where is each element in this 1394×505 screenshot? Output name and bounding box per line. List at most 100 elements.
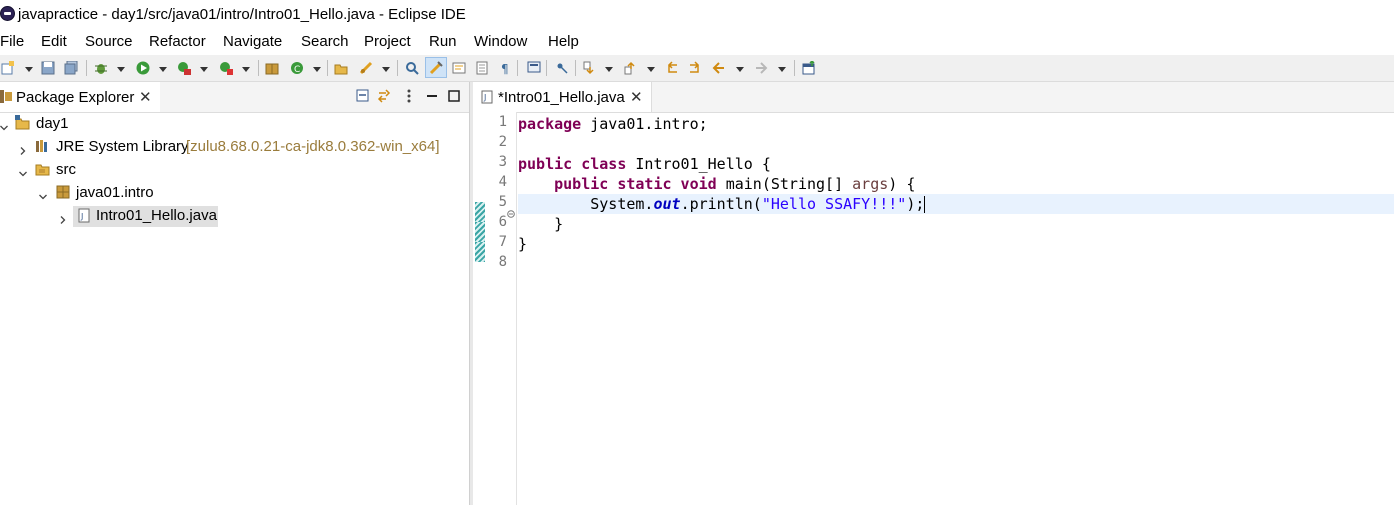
code-line-4: public static void main(String[] args) {	[554, 175, 916, 193]
toolbar-separator	[258, 60, 259, 76]
show-whitespace-icon[interactable]: ¶	[499, 61, 513, 75]
menu-edit[interactable]: Edit	[41, 33, 67, 50]
forward-dropdown-icon[interactable]	[778, 67, 786, 72]
save-all-icon[interactable]	[64, 61, 78, 75]
tab-intro01-hello-java[interactable]: J *Intro01_Hello.java ✕	[473, 82, 652, 112]
previous-annotation-dropdown-icon[interactable]	[647, 67, 655, 72]
menu-bar: File Edit Source Refactor Navigate Searc…	[0, 30, 1394, 54]
collapse-all-icon[interactable]	[356, 89, 370, 103]
line-number: 8	[498, 254, 507, 270]
toolbar-separator	[86, 60, 87, 76]
line-number: 3	[498, 154, 507, 170]
open-perspective-icon[interactable]	[802, 61, 816, 75]
back-dropdown-icon[interactable]	[736, 67, 744, 72]
forward-icon[interactable]	[754, 61, 768, 75]
tree-item-src[interactable]: src	[0, 160, 469, 182]
menu-search[interactable]: Search	[301, 33, 349, 50]
menu-refactor[interactable]: Refactor	[149, 33, 206, 50]
code-area[interactable]: package java01.intro; public class Intro…	[518, 112, 1394, 505]
minimize-icon[interactable]	[425, 89, 439, 103]
toolbar-separator	[327, 60, 328, 76]
run-dropdown-icon[interactable]	[159, 67, 167, 72]
svg-text:C: C	[294, 65, 300, 75]
tree-item-java01-intro[interactable]: java01.intro	[0, 183, 469, 205]
chevron-down-icon[interactable]	[39, 188, 47, 200]
back-icon[interactable]	[712, 61, 726, 75]
java-project-icon	[15, 115, 30, 130]
menu-help[interactable]: Help	[548, 33, 579, 50]
tree-item-day1[interactable]: day1	[0, 114, 469, 136]
new-java-package-icon[interactable]	[265, 61, 279, 75]
tree-item-intro01-hello-java[interactable]: J Intro01_Hello.java	[0, 206, 469, 228]
line-number-ruler: 1 2 3 4 5 6 7 8	[473, 112, 517, 505]
chevron-right-icon[interactable]	[59, 211, 67, 224]
last-edit-location-icon[interactable]	[665, 61, 679, 75]
tree-item-label: day1	[36, 115, 69, 132]
search-icon[interactable]	[359, 61, 373, 75]
pin-icon[interactable]	[555, 61, 569, 75]
line-number: 7	[498, 234, 507, 250]
menu-run[interactable]: Run	[429, 33, 457, 50]
toolbar-separator	[575, 60, 576, 76]
maximize-icon[interactable]	[447, 89, 461, 103]
next-annotation-icon[interactable]	[582, 61, 596, 75]
save-icon[interactable]	[41, 61, 55, 75]
close-icon[interactable]: ✕	[630, 88, 643, 106]
tree-item-label: JRE System Library	[56, 138, 189, 155]
new-dropdown-icon[interactable]	[25, 67, 33, 72]
library-icon	[35, 138, 50, 153]
package-explorer-title: Package Explorer	[16, 89, 135, 106]
open-console-icon[interactable]	[527, 61, 541, 75]
tree-item-label: java01.intro	[76, 184, 154, 201]
text-caret	[924, 196, 926, 213]
new-class-dropdown-icon[interactable]	[313, 67, 321, 72]
debug-icon[interactable]	[94, 61, 108, 75]
package-explorer-tabbar: Package Explorer ✕	[0, 82, 469, 113]
close-icon[interactable]: ✕	[139, 88, 152, 106]
main-toolbar: C ¶	[0, 55, 1394, 82]
toggle-highlight-icon[interactable]	[429, 61, 443, 75]
coverage-dropdown-icon[interactable]	[200, 67, 208, 72]
eclipse-app-icon	[0, 6, 15, 21]
previous-annotation-icon[interactable]	[623, 61, 637, 75]
chevron-down-icon[interactable]	[19, 165, 27, 177]
chevron-right-icon[interactable]	[19, 142, 27, 155]
view-menu-icon[interactable]	[402, 89, 416, 103]
new-wizard-icon[interactable]	[1, 61, 15, 75]
tree-item-label: Intro01_Hello.java	[96, 207, 217, 224]
menu-navigate[interactable]: Navigate	[223, 33, 282, 50]
new-java-class-icon[interactable]: C	[290, 61, 304, 75]
fold-collapse-icon[interactable]	[507, 205, 515, 218]
line-number: 6	[498, 214, 507, 230]
editor-tabbar: J *Intro01_Hello.java ✕	[473, 82, 1394, 113]
menu-window[interactable]: Window	[474, 33, 527, 50]
run-icon[interactable]	[136, 61, 150, 75]
toggle-mark-occurrences-icon[interactable]	[405, 61, 419, 75]
tree-item-label: src	[56, 161, 76, 178]
menu-source[interactable]: Source	[85, 33, 133, 50]
line-number: 1	[498, 114, 507, 130]
toggle-word-wrap-icon[interactable]	[475, 61, 489, 75]
last-edit-forward-icon[interactable]	[688, 61, 702, 75]
external-tools-dropdown-icon[interactable]	[242, 67, 250, 72]
tree-item-jre-system-library[interactable]: JRE System Library [zulu8.68.0.21-ca-jdk…	[0, 137, 469, 159]
chevron-down-icon[interactable]	[0, 119, 8, 131]
tab-package-explorer[interactable]: Package Explorer ✕	[0, 82, 160, 112]
menu-file[interactable]: File	[0, 33, 24, 50]
package-explorer-view: Package Explorer ✕ day1 JRE System Libra…	[0, 82, 469, 505]
code-line-6: }	[518, 215, 564, 233]
line-number: 2	[498, 134, 507, 150]
line-number: 5	[498, 194, 507, 210]
debug-dropdown-icon[interactable]	[117, 67, 125, 72]
coverage-icon[interactable]	[177, 61, 191, 75]
search-dropdown-icon[interactable]	[382, 67, 390, 72]
next-annotation-dropdown-icon[interactable]	[605, 67, 613, 72]
line-number: 4	[498, 174, 507, 190]
link-with-editor-icon[interactable]	[377, 89, 391, 103]
java-editor: J *Intro01_Hello.java ✕ 1 2 3 4 5 6 7 8 …	[473, 82, 1394, 505]
package-icon	[56, 185, 71, 200]
open-type-icon[interactable]	[334, 61, 348, 75]
menu-project[interactable]: Project	[364, 33, 411, 50]
toggle-block-selection-icon[interactable]	[452, 61, 466, 75]
external-tools-icon[interactable]	[219, 61, 233, 75]
